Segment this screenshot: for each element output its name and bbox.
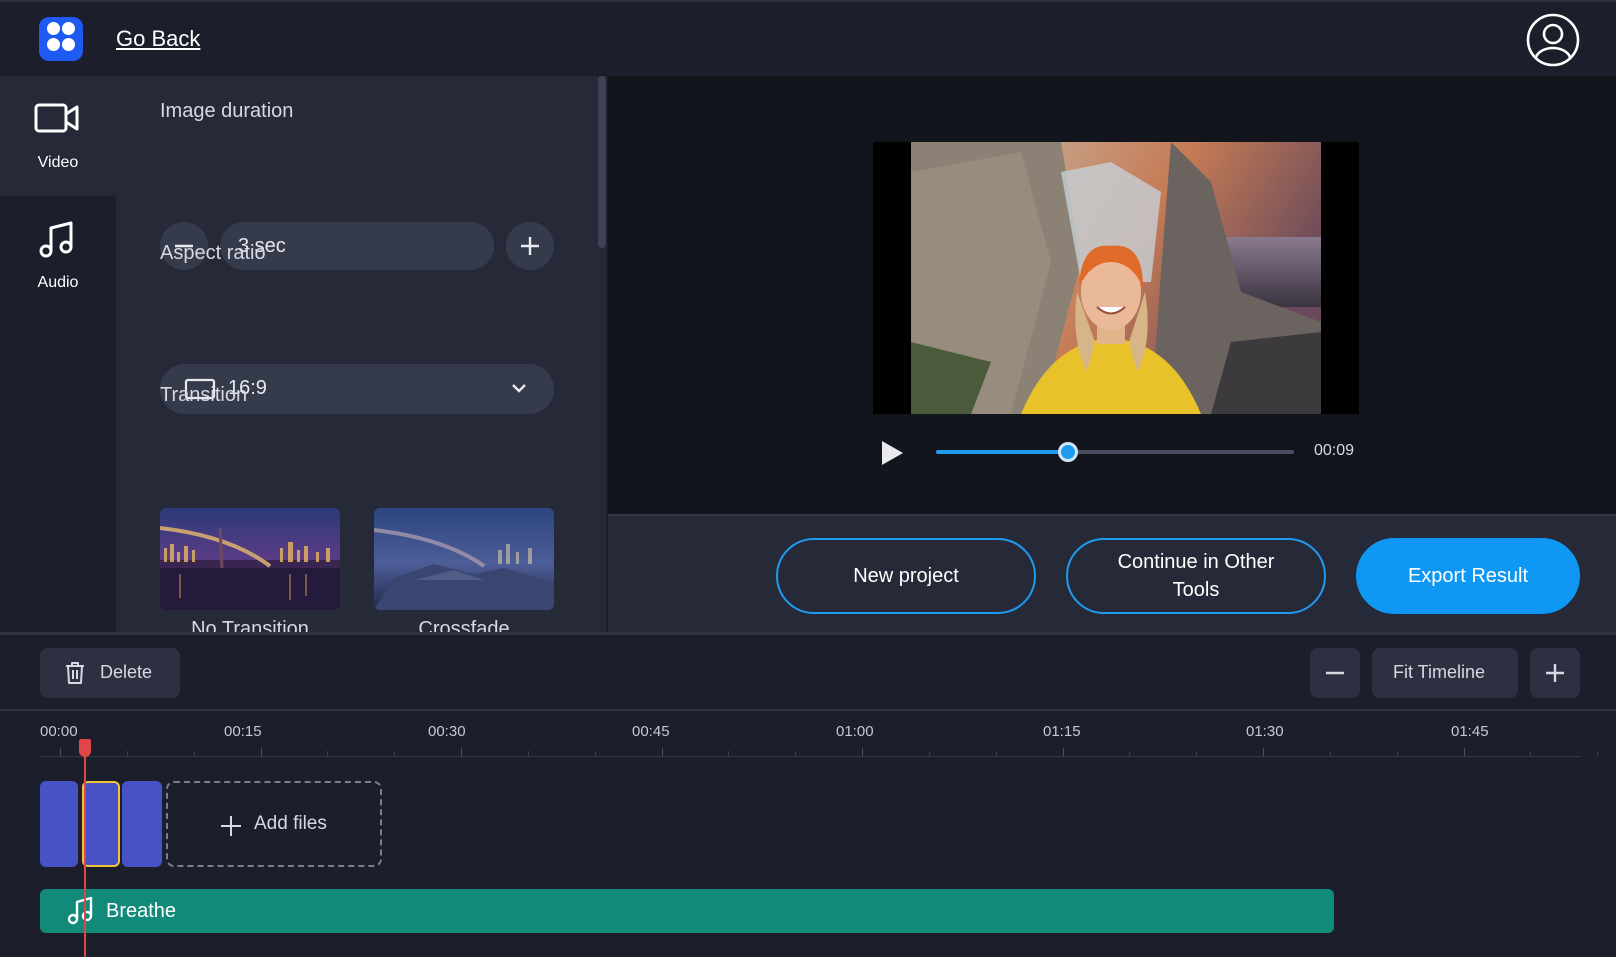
ruler-tick (327, 751, 329, 756)
trash-icon (66, 662, 84, 684)
seek-bar[interactable] (936, 442, 1294, 462)
transition-thumb-crossfade[interactable] (374, 508, 554, 610)
ruler-tick (1463, 748, 1465, 756)
ruler-tick (126, 751, 128, 756)
zoom-out-button[interactable] (1310, 648, 1360, 698)
ruler-tick-label: 01:30 (1246, 723, 1284, 740)
settings-panel: Image duration 3 sec Aspect ratio 16:9 T… (116, 76, 600, 632)
rail-item-label: Video (37, 154, 79, 171)
transition-thumb-no-transition[interactable] (160, 508, 340, 610)
ruler-tick (193, 751, 195, 756)
playhead-line (84, 747, 86, 957)
video-preview: 00:09 (608, 76, 1616, 514)
transition-label: No Transition (191, 618, 309, 632)
ruler-tick (795, 751, 797, 756)
ruler-tick (728, 751, 730, 756)
ruler-tick (1196, 751, 1198, 756)
timeline-clip[interactable] (122, 781, 162, 867)
timeline: Delete Fit Timeline 00:00 00:15 00:30 00… (0, 632, 1616, 957)
continue-in-other-tools-button[interactable]: Continue in Other Tools (1066, 538, 1326, 614)
scrollbar-thumb[interactable] (598, 76, 606, 248)
ruler-tick (928, 751, 930, 756)
ruler-tick-label: 00:15 (224, 723, 262, 740)
delete-label: Delete (100, 662, 153, 682)
transition-preview-image (160, 508, 340, 610)
app-logo[interactable] (39, 17, 83, 61)
ruler-tick (995, 751, 997, 756)
ruler-tick-label: 00:45 (632, 723, 670, 740)
ruler-tick-label: 01:45 (1451, 723, 1489, 740)
ruler-tick-label: 00:00 (40, 723, 78, 740)
ruler-tick-label: 01:00 (836, 723, 874, 740)
seek-handle[interactable] (1058, 442, 1079, 462)
minus-icon (1326, 671, 1344, 675)
delete-button[interactable]: Delete (40, 648, 180, 698)
continue-label-line1: Continue in Other (1117, 551, 1275, 573)
ruler-tick (461, 748, 462, 756)
ruler-tick (1530, 751, 1532, 756)
plus-icon (221, 816, 241, 836)
increase-duration-button[interactable] (506, 222, 554, 270)
seek-progress (936, 450, 1069, 454)
audio-track[interactable]: Breathe (40, 889, 1334, 933)
ruler-tick (862, 748, 863, 756)
image-duration-title: Image duration (160, 100, 294, 122)
timeline-clip-selected[interactable] (82, 781, 120, 867)
play-icon[interactable] (876, 438, 906, 468)
transition-preview-image (374, 508, 554, 610)
music-note-icon (39, 221, 73, 258)
timeline-ruler[interactable]: 00:00 00:15 00:30 00:45 01:00 01:15 01:3… (40, 711, 1599, 757)
fit-timeline-button[interactable]: Fit Timeline (1372, 648, 1518, 698)
plus-icon (521, 237, 539, 255)
ruler-tick (1129, 751, 1131, 756)
video-camera-icon (34, 103, 79, 133)
rail-item-video[interactable]: Video (0, 76, 116, 196)
timeline-clip[interactable] (40, 781, 78, 867)
ruler-tick (594, 751, 596, 756)
action-bar: New project Continue in Other Tools Expo… (608, 514, 1616, 632)
timeline-toolbar: Delete Fit Timeline (0, 635, 1616, 711)
add-files-button[interactable]: Add files (166, 781, 382, 867)
rail-item-label: Audio (37, 274, 79, 291)
ruler-tick (1597, 751, 1599, 756)
user-circle-icon[interactable] (1525, 12, 1581, 68)
plus-icon (1546, 664, 1564, 682)
ruler-tick (1263, 748, 1264, 756)
ruler-tick-label: 00:30 (428, 723, 466, 740)
ruler-tick-label: 01:15 (1043, 723, 1081, 740)
add-files-label: Add files (254, 813, 327, 834)
go-back-link[interactable]: Go Back (116, 26, 200, 52)
ruler-tick (527, 751, 529, 756)
preview-image (911, 142, 1321, 414)
rail-item-audio[interactable]: Audio (0, 196, 116, 316)
chevron-down-icon (512, 384, 526, 393)
ruler-tick (661, 748, 663, 756)
top-bar: Go Back (0, 0, 1616, 76)
panel-scrollbar[interactable] (598, 76, 606, 632)
ruler-tick (260, 748, 262, 756)
fit-timeline-label: Fit Timeline (1393, 662, 1486, 682)
transition-label: Crossfade (418, 618, 510, 632)
tool-rail: Video Audio (0, 76, 116, 632)
ruler-tick (394, 751, 396, 756)
zoom-in-button[interactable] (1530, 648, 1580, 698)
playhead-handle[interactable] (79, 739, 91, 757)
ruler-tick (1396, 751, 1398, 756)
transition-title: Transition (160, 384, 248, 406)
audio-track-name: Breathe (106, 900, 177, 922)
export-result-button[interactable]: Export Result (1356, 538, 1580, 614)
current-time: 00:09 (1314, 442, 1355, 459)
continue-label-line2: Tools (1172, 579, 1220, 601)
new-project-button[interactable]: New project (776, 538, 1036, 614)
ruler-tick (60, 748, 61, 756)
video-frame[interactable] (873, 142, 1359, 414)
ruler-tick (1062, 748, 1064, 756)
ruler-tick (1329, 751, 1331, 756)
music-note-icon (67, 896, 93, 925)
aspect-ratio-title: Aspect ratio (160, 242, 266, 264)
